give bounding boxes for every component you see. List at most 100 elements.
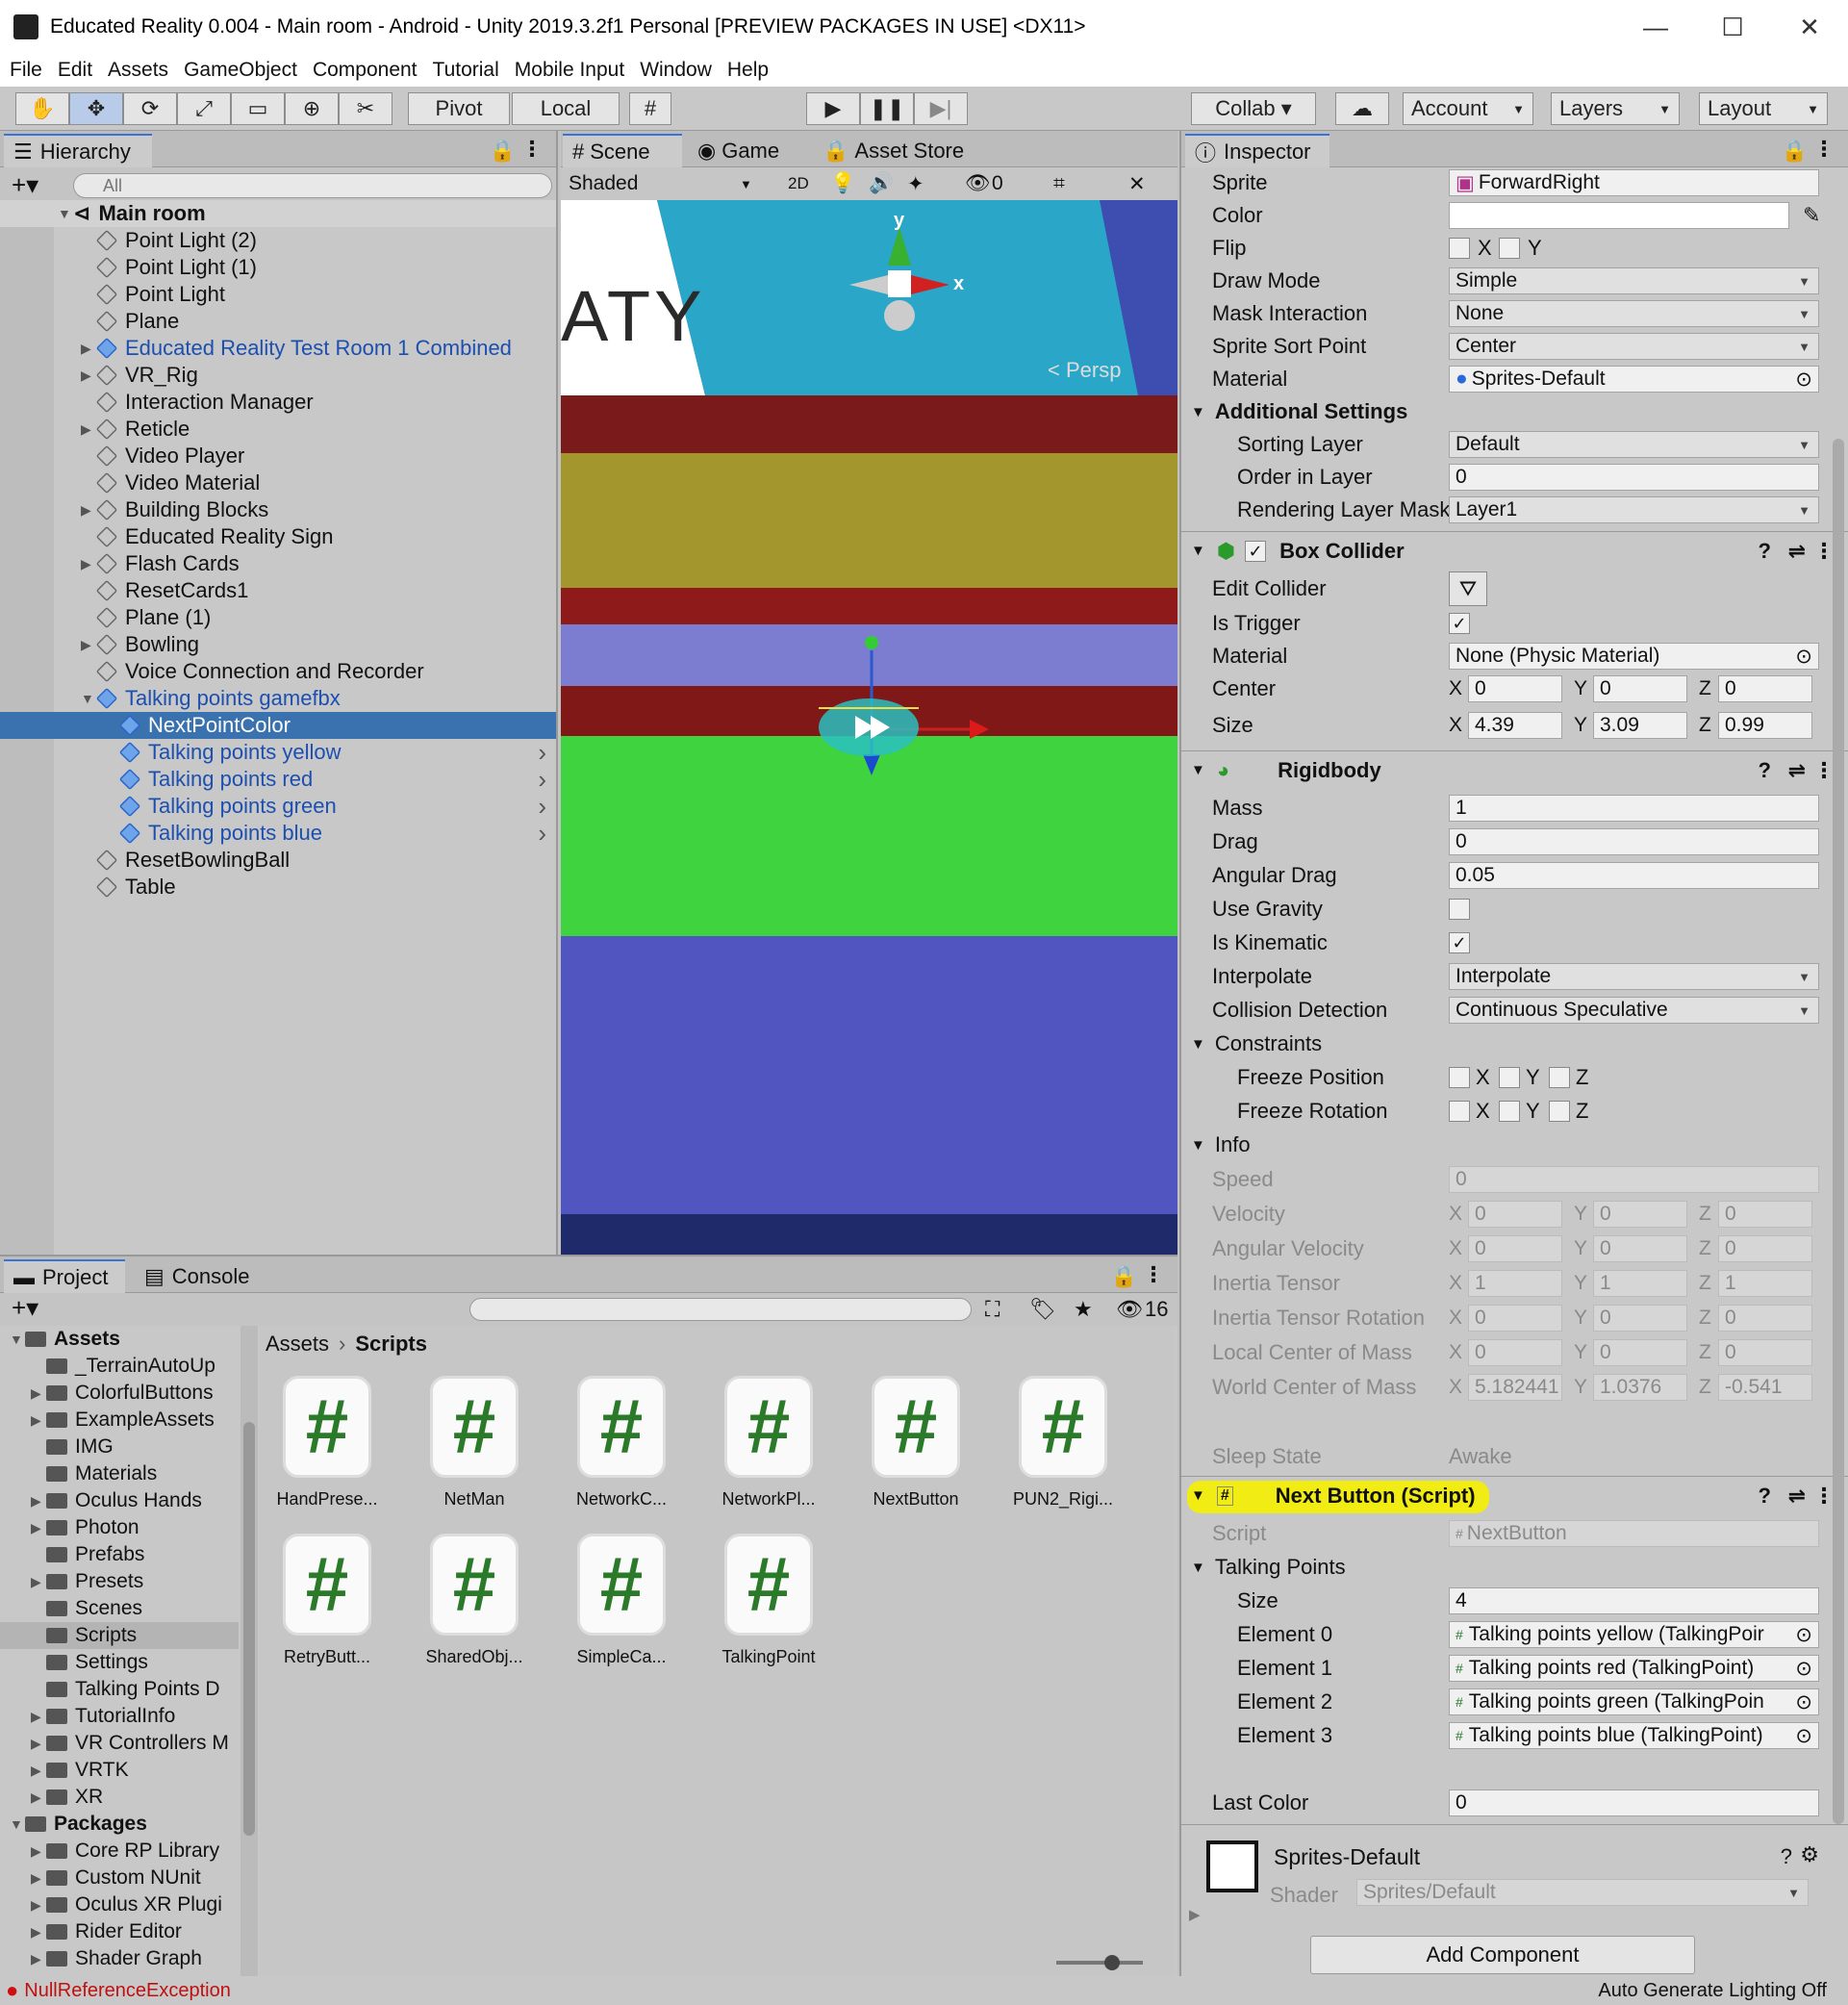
expand-arrow-icon[interactable]: ▶ xyxy=(31,1520,46,1536)
script-asset[interactable]: # RetryButt... xyxy=(260,1534,394,1667)
inspector-menu-icon[interactable]: ⋮ xyxy=(1813,137,1835,162)
folder-item[interactable]: ▶ Oculus Hands xyxy=(0,1487,239,1514)
hierarchy-item[interactable]: ▶ Educated Reality Test Room 1 Combined xyxy=(0,335,556,362)
hierarchy-item[interactable]: Point Light (2) xyxy=(0,227,556,254)
minimize-icon[interactable]: — xyxy=(1617,0,1694,54)
freeze-rot-z[interactable] xyxy=(1549,1101,1570,1122)
object-picker-icon[interactable]: ⊙ xyxy=(1795,1622,1812,1647)
expand-arrow-icon[interactable]: ▶ xyxy=(81,341,96,357)
menu-help[interactable]: Help xyxy=(727,59,769,82)
folder-item[interactable]: Settings xyxy=(0,1649,239,1676)
script-asset[interactable]: # NetMan xyxy=(407,1376,542,1510)
script-asset[interactable]: # NextButton xyxy=(848,1376,983,1510)
inspector-lock-icon[interactable]: 🔒 xyxy=(1782,139,1808,164)
folder-item[interactable]: ▶ Rider Editor xyxy=(0,1918,239,1945)
folder-item[interactable]: ▶ Oculus XR Plugi xyxy=(0,1891,239,1918)
folder-item[interactable]: ▼ Packages xyxy=(0,1811,239,1838)
presets-icon[interactable]: ⇌ xyxy=(1788,539,1806,564)
folder-item[interactable]: Scripts xyxy=(0,1622,239,1649)
element-object-field[interactable]: # Talking points red (TalkingPoint) ⊙ xyxy=(1449,1655,1819,1682)
expand-preview-icon[interactable]: ▶ xyxy=(1189,1906,1201,1923)
hierarchy-item[interactable]: Talking points blue › xyxy=(0,819,556,848)
project-create-icon[interactable]: +▾ xyxy=(12,1293,38,1323)
element-object-field[interactable]: # Talking points green (TalkingPoin ⊙ xyxy=(1449,1688,1819,1715)
icon-size-slider[interactable] xyxy=(1056,1955,1143,1970)
hierarchy-item[interactable]: ▶ Reticle xyxy=(0,416,556,443)
cloud-icon[interactable]: ☁ xyxy=(1335,92,1389,125)
tab-asset-store[interactable]: 🔒 Asset Store xyxy=(813,134,974,167)
tools-icon[interactable]: ✕ xyxy=(1128,172,1146,196)
audio-icon[interactable]: 🔊 xyxy=(869,172,894,195)
expand-arrow-icon[interactable]: ▶ xyxy=(31,1574,46,1590)
create-plus-icon[interactable]: +▾ xyxy=(12,170,38,200)
freeze-rot-y[interactable] xyxy=(1499,1101,1520,1122)
array-size-input[interactable]: 4 xyxy=(1449,1587,1819,1614)
script-asset[interactable]: # TalkingPoint xyxy=(701,1534,836,1667)
transform-tool-icon[interactable]: ⊕ xyxy=(285,92,339,125)
expand-arrow-icon[interactable]: ▶ xyxy=(81,637,96,653)
custom-tool-icon[interactable]: ✂ xyxy=(339,92,392,125)
menu-component[interactable]: Component xyxy=(313,59,418,82)
menu-mobile-input[interactable]: Mobile Input xyxy=(515,59,624,82)
drag-input[interactable]: 0 xyxy=(1449,828,1819,855)
expand-arrow-icon[interactable]: ▼ xyxy=(10,1816,25,1832)
expand-arrow-icon[interactable]: ▼ xyxy=(10,1332,25,1347)
expand-arrow-icon[interactable]: ▶ xyxy=(31,1870,46,1887)
scene-row[interactable]: ▼ ⊲ Main room xyxy=(0,200,556,227)
tab-game[interactable]: ◉ Game xyxy=(688,134,789,167)
expand-arrow-icon[interactable]: ▶ xyxy=(31,1385,46,1402)
expand-arrow-icon[interactable]: ▶ xyxy=(31,1493,46,1510)
help-icon[interactable]: ? xyxy=(1759,539,1771,564)
freeze-pos-x[interactable] xyxy=(1449,1067,1470,1088)
folder-item[interactable]: ▶ Photon xyxy=(0,1514,239,1541)
mask-dropdown[interactable]: None xyxy=(1449,300,1819,327)
component-menu-icon[interactable]: ⋮ xyxy=(1813,758,1835,783)
info-foldout[interactable]: ▼ Info xyxy=(1181,1129,1835,1160)
hierarchy-item[interactable]: NextPointColor xyxy=(0,712,556,739)
eyedropper-icon[interactable]: ✎ xyxy=(1803,203,1820,228)
layout-dropdown[interactable]: Layout ▼ xyxy=(1699,92,1828,125)
center-x-input[interactable]: 0 xyxy=(1468,675,1562,702)
sort-point-dropdown[interactable]: Center xyxy=(1449,333,1819,360)
menu-window[interactable]: Window xyxy=(640,59,712,82)
expand-arrow-icon[interactable]: ▶ xyxy=(31,1736,46,1752)
folder-item[interactable]: ▶ Custom NUnit xyxy=(0,1865,239,1891)
maximize-icon[interactable]: ☐ xyxy=(1694,0,1771,54)
tab-console[interactable]: ▤ Console xyxy=(135,1259,260,1293)
sprite-field[interactable]: ▣ ForwardRight xyxy=(1449,169,1819,196)
script-asset[interactable]: # NetworkPl... xyxy=(701,1376,836,1510)
tree-scrollbar[interactable] xyxy=(240,1326,258,1980)
hierarchy-item[interactable]: ▶ Flash Cards xyxy=(0,550,556,577)
center-y-input[interactable]: 0 xyxy=(1593,675,1687,702)
folder-item[interactable]: Scenes xyxy=(0,1595,239,1622)
hidden-packages-icon[interactable]: 👁 xyxy=(1116,1297,1143,1322)
add-component-button[interactable]: Add Component xyxy=(1310,1936,1695,1974)
expand-arrow-icon[interactable]: ▶ xyxy=(31,1951,46,1967)
folder-item[interactable]: _TerrainAutoUp xyxy=(0,1353,239,1380)
object-picker-icon[interactable]: ⊙ xyxy=(1795,1689,1812,1714)
flip-y-checkbox[interactable] xyxy=(1499,238,1520,259)
move-tool-icon[interactable]: ✥ xyxy=(69,92,123,125)
script-asset[interactable]: # SharedObj... xyxy=(407,1534,542,1667)
hierarchy-item[interactable]: Video Player xyxy=(0,443,556,470)
hierarchy-item[interactable]: Video Material xyxy=(0,470,556,496)
menu-gameobject[interactable]: GameObject xyxy=(184,59,297,82)
object-picker-icon[interactable]: ⊙ xyxy=(1795,1656,1812,1681)
folder-item[interactable]: ▶ ColorfulButtons xyxy=(0,1380,239,1407)
folder-item[interactable]: ▶ ExampleAssets xyxy=(0,1407,239,1434)
script-asset[interactable]: # NetworkC... xyxy=(554,1376,689,1510)
scale-tool-icon[interactable]: ⤢ xyxy=(177,92,231,125)
expand-arrow-icon[interactable]: ▶ xyxy=(81,368,96,384)
box-collider-enabled[interactable]: ✓ xyxy=(1245,540,1267,562)
expand-arrow-icon[interactable]: ▶ xyxy=(31,1789,46,1806)
folder-item[interactable]: ▶ VRTK xyxy=(0,1757,239,1784)
hierarchy-item[interactable]: Talking points yellow › xyxy=(0,738,556,767)
menu-edit[interactable]: Edit xyxy=(58,59,92,82)
help-icon[interactable]: ? xyxy=(1781,1844,1792,1869)
lock-icon[interactable]: 🔒 xyxy=(490,139,516,164)
hierarchy-item[interactable]: Talking points green › xyxy=(0,792,556,821)
pivot-toggle[interactable]: Pivot xyxy=(408,92,510,125)
expand-arrow-icon[interactable]: ▶ xyxy=(81,502,96,519)
expand-arrow-icon[interactable]: ▶ xyxy=(81,556,96,572)
step-icon[interactable]: ▶| xyxy=(914,92,968,125)
